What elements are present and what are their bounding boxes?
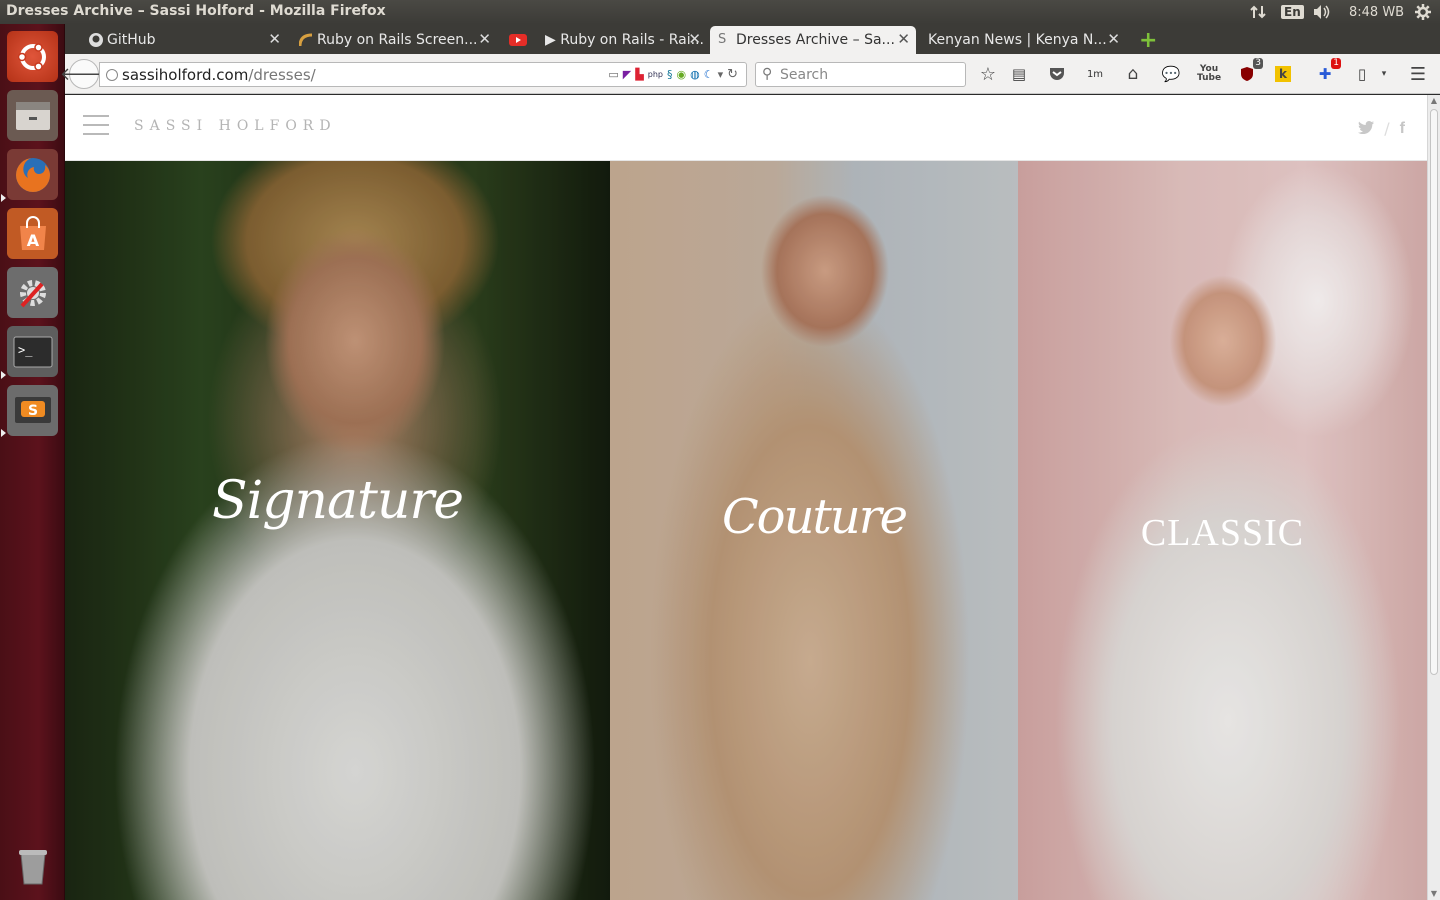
search-input[interactable]: ⚲ Search [755,62,966,87]
couture-collection-panel[interactable]: Couture [610,161,1018,900]
ublock-icon[interactable]: 3 [1237,58,1263,84]
tab-label: ▶ Ruby on Rails - Rai... [545,32,704,48]
notifications-icon[interactable]: ✚ 1 [1315,58,1341,84]
dropdown-icon[interactable]: ▾ [718,68,724,81]
software-center-icon[interactable]: A [7,208,58,259]
rails-icon [298,33,313,47]
tab-github[interactable]: GitHub ✕ [81,26,287,54]
svg-text:A: A [26,231,39,250]
svg-text:>_: >_ [18,343,33,357]
panel-title: Signature [211,471,464,531]
extension-icon[interactable]: ◉ [676,68,686,81]
panel-title: Couture [721,489,908,545]
tab-youtube-rails[interactable]: ▶ Ruby on Rails - Rai... ✕ [501,26,707,54]
tab-rails-screencasts[interactable]: Ruby on Rails Screen... ✕ [291,26,497,54]
keyboard-layout-indicator[interactable]: En [1281,2,1304,22]
social-links: / f [1358,119,1405,138]
site-info-icon[interactable] [106,68,118,81]
volume-icon[interactable] [1312,2,1332,22]
session-gear-icon[interactable] [1414,2,1432,22]
extension-icon[interactable]: ☾ [704,68,714,81]
close-tab-icon[interactable]: ✕ [478,30,491,48]
network-updown-icon[interactable] [1250,2,1266,22]
url-host: sassiholford.com [122,65,249,84]
puzzle-icon: ✚ [1318,65,1332,83]
system-top-bar: Dresses Archive – Sassi Holford - Mozill… [0,0,1440,24]
clock[interactable]: 8:48 WB [1349,2,1404,22]
reader-view-icon[interactable]: ▭ [608,68,618,81]
bookmark-star-icon[interactable]: ☆ [978,64,998,85]
search-icon: ⚲ [762,66,773,82]
back-button[interactable]: 🡐 [60,59,108,89]
scrollbar-thumb[interactable] [1430,109,1438,675]
extension-icon[interactable]: ◍ [690,68,700,81]
notification-badge: 1 [1331,58,1341,69]
ubuntu-dash-icon[interactable] [7,31,58,82]
terminal-icon[interactable]: >_ [7,326,58,377]
keyboard-layout-label: En [1281,5,1304,19]
youtube-icon [509,33,527,47]
tab-kenyan-news[interactable]: Kenyan News | Kenya N... ✕ [920,26,1126,54]
new-tab-button[interactable]: + [1131,26,1163,54]
url-bar[interactable]: sassiholford.com/dresses/ ▭ ◤ ▙ php § ◉ … [99,62,747,87]
pocket-icon[interactable] [1047,64,1067,84]
page-content: SASSI HOLFORD / f Signature Couture CLAS… [65,95,1427,900]
sublime-text-icon[interactable]: S [7,385,58,436]
onemore-icon[interactable]: 1m [1085,64,1105,84]
extension-icon[interactable]: ▙ [635,68,643,81]
vertical-scrollbar[interactable]: ▲ ▼ [1427,95,1440,900]
files-icon[interactable] [7,90,58,141]
twitter-icon[interactable] [1358,119,1375,138]
system-settings-icon[interactable] [7,267,58,318]
facebook-icon[interactable]: f [1400,120,1405,138]
sassi-favicon: S [718,32,727,47]
dropdown-icon[interactable]: ▾ [1374,64,1394,84]
site-header: SASSI HOLFORD / f [65,95,1427,161]
tab-dresses-archive[interactable]: S Dresses Archive – Sa... ✕ [710,26,916,54]
firefox-icon[interactable] [7,149,58,200]
unity-launcher: A >_ S [0,24,65,900]
youtube-toolbar-icon[interactable]: You Tube [1197,64,1221,84]
url-path: /dresses/ [248,65,316,84]
extension-icon[interactable]: § [667,68,673,81]
extension-icon[interactable]: ◤ [623,68,631,81]
divider: / [1384,119,1390,138]
ublock-badge: 3 [1253,58,1263,69]
clipboard-icon[interactable]: ▯ [1352,64,1372,84]
scroll-down-icon[interactable]: ▼ [1428,888,1440,900]
tab-label: Dresses Archive – Sa... [736,32,895,48]
scroll-up-icon[interactable]: ▲ [1428,95,1440,107]
panel-title: CLASSIC [1140,512,1305,554]
site-logo[interactable]: SASSI HOLFORD [134,118,337,134]
github-icon [89,33,103,47]
window-title: Dresses Archive – Sassi Holford - Mozill… [6,3,386,19]
close-tab-icon[interactable]: ✕ [688,30,701,48]
chat-icon[interactable]: 💬 [1161,64,1181,84]
site-menu-icon[interactable] [83,115,109,137]
close-tab-icon[interactable]: ✕ [1107,30,1120,48]
close-tab-icon[interactable]: ✕ [268,30,281,48]
search-placeholder: Search [780,66,829,83]
onemore-label: 1m [1086,68,1104,80]
signature-collection-panel[interactable]: Signature [65,161,610,900]
tab-label: GitHub [107,32,156,48]
clock-label: 8:48 WB [1349,4,1405,20]
classic-collection-panel[interactable]: CLASSIC [1018,161,1427,900]
svg-text:S: S [27,403,37,419]
close-tab-icon[interactable]: ✕ [897,30,910,48]
reading-list-icon[interactable]: ▤ [1009,64,1029,84]
reload-icon[interactable]: ↻ [727,67,738,82]
tab-label: Kenyan News | Kenya N... [928,32,1107,48]
menu-hamburger-icon[interactable]: ☰ [1408,64,1428,85]
tab-strip: GitHub ✕ Ruby on Rails Screen... ✕ ▶ Rub… [65,24,1440,54]
php-icon[interactable]: php [648,70,663,79]
navigation-toolbar: 🡐 sassiholford.com/dresses/ ▭ ◤ ▙ php § … [60,54,1440,94]
home-icon[interactable]: ⌂ [1123,64,1143,84]
trash-icon[interactable] [7,840,58,891]
tab-label: Ruby on Rails Screen... [317,32,478,48]
extension-k-icon[interactable]: k [1275,66,1291,82]
